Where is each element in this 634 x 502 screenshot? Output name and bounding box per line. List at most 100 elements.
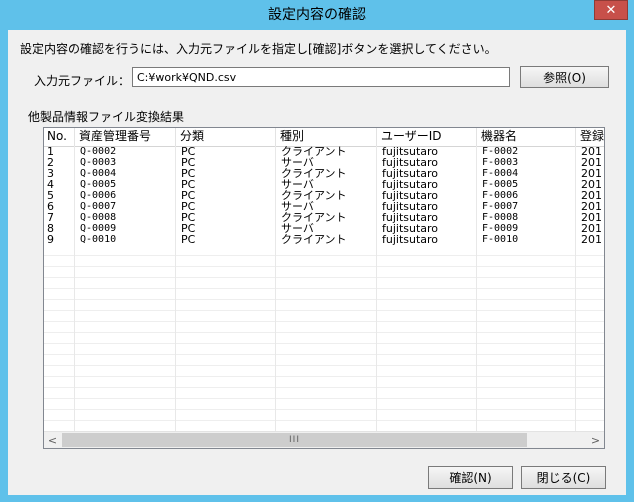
cell-category: PC — [176, 146, 276, 157]
cell-user-id: fujitsutaro — [377, 157, 477, 168]
close-button[interactable]: 閉じる(C) — [521, 466, 606, 489]
cell-category: PC — [176, 201, 276, 212]
cell-device-name: F-0006 — [477, 190, 576, 201]
cell-registered: 201 — [581, 157, 602, 168]
input-file-label: 入力元ファイル： — [34, 74, 131, 88]
empty-row — [44, 300, 604, 311]
cell-type: クライアント — [276, 190, 377, 201]
cell-type: サーバ — [276, 179, 377, 190]
empty-row — [44, 245, 604, 256]
cell-device-name: F-0005 — [477, 179, 576, 190]
scroll-thumb[interactable]: III — [62, 433, 527, 447]
cell-type: クライアント — [276, 146, 377, 157]
input-file-field[interactable] — [132, 67, 510, 87]
title-bar[interactable]: 設定内容の確認 ✕ — [0, 0, 634, 25]
empty-row — [44, 322, 604, 333]
cell-asset-id: Q-0010 — [75, 234, 176, 245]
empty-row — [44, 388, 604, 399]
column-header-type[interactable]: 種別 — [276, 128, 377, 146]
empty-row — [44, 366, 604, 377]
table-row[interactable]: 3 Q-0004 PC クライアント fujitsutaro F-0004 20… — [44, 168, 604, 179]
cell-device-name: F-0004 — [477, 168, 576, 179]
scroll-right-icon[interactable]: > — [587, 432, 604, 448]
empty-row — [44, 278, 604, 289]
cell-type: クライアント — [276, 234, 377, 245]
cell-category: PC — [176, 190, 276, 201]
empty-row — [44, 344, 604, 355]
cell-no: 7 — [44, 212, 75, 223]
cell-type: サーバ — [276, 157, 377, 168]
cell-device-name: F-0008 — [477, 212, 576, 223]
empty-row — [44, 289, 604, 300]
cell-device-name: F-0007 — [477, 201, 576, 212]
cell-category: PC — [176, 234, 276, 245]
grid-header: No. 資産管理番号 分類 種別 ユーザーID 機器名 登録 — [44, 128, 604, 147]
cell-registered: 201 — [581, 146, 602, 157]
cell-device-name: F-0010 — [477, 234, 576, 245]
column-header-device-name[interactable]: 機器名 — [477, 128, 576, 146]
window-title: 設定内容の確認 — [268, 7, 366, 23]
cell-registered: 201 — [581, 212, 602, 223]
browse-button[interactable]: 参照(O) — [520, 66, 609, 88]
cell-category: PC — [176, 179, 276, 190]
cell-registered: 201 — [581, 168, 602, 179]
empty-row — [44, 311, 604, 322]
cell-category: PC — [176, 157, 276, 168]
cell-registered: 201 — [581, 190, 602, 201]
cell-registered: 201 — [581, 234, 602, 245]
cell-asset-id: Q-0006 — [75, 190, 176, 201]
dialog-client-area: 設定内容の確認を行うには、入力元ファイルを指定し[確認]ボタンを選択してください… — [8, 30, 626, 495]
cell-asset-id: Q-0003 — [75, 157, 176, 168]
cell-registered: 201 — [581, 179, 602, 190]
cell-asset-id: Q-0002 — [75, 146, 176, 157]
cell-registered: 201 — [581, 223, 602, 234]
table-row[interactable]: 5 Q-0006 PC クライアント fujitsutaro F-0006 20… — [44, 190, 604, 201]
column-header-category[interactable]: 分類 — [176, 128, 276, 146]
column-header-registered[interactable]: 登録 — [576, 128, 604, 146]
results-grid[interactable]: No. 資産管理番号 分類 種別 ユーザーID 機器名 登録 1 Q-0002 … — [43, 127, 605, 449]
cell-no: 6 — [44, 201, 75, 212]
cell-no: 1 — [44, 146, 75, 157]
results-label: 他製品情報ファイル変換結果 — [28, 110, 185, 124]
cell-asset-id: Q-0004 — [75, 168, 176, 179]
empty-row — [44, 256, 604, 267]
cell-user-id: fujitsutaro — [377, 212, 477, 223]
confirm-button[interactable]: 確認(N) — [428, 466, 513, 489]
table-row[interactable]: 7 Q-0008 PC クライアント fujitsutaro F-0008 20… — [44, 212, 604, 223]
cell-asset-id: Q-0009 — [75, 223, 176, 234]
cell-device-name: F-0002 — [477, 146, 576, 157]
cell-no: 9 — [44, 234, 75, 245]
cell-user-id: fujitsutaro — [377, 190, 477, 201]
window-close-button[interactable]: ✕ — [594, 0, 628, 20]
table-row[interactable]: 6 Q-0007 PC サーバ fujitsutaro F-0007 201 — [44, 201, 604, 212]
cell-category: PC — [176, 168, 276, 179]
column-header-asset-id[interactable]: 資産管理番号 — [75, 128, 176, 146]
cell-user-id: fujitsutaro — [377, 179, 477, 190]
cell-user-id: fujitsutaro — [377, 201, 477, 212]
table-row[interactable]: 4 Q-0005 PC サーバ fujitsutaro F-0005 201 — [44, 179, 604, 190]
table-row[interactable]: 9 Q-0010 PC クライアント fujitsutaro F-0010 20… — [44, 234, 604, 245]
column-header-no[interactable]: No. — [44, 128, 75, 146]
empty-row — [44, 377, 604, 388]
cell-category: PC — [176, 223, 276, 234]
cell-device-name: F-0009 — [477, 223, 576, 234]
grid-rows: 1 Q-0002 PC クライアント fujitsutaro F-0002 20… — [44, 146, 604, 432]
table-row[interactable]: 2 Q-0003 PC サーバ fujitsutaro F-0003 201 — [44, 157, 604, 168]
instruction-text: 設定内容の確認を行うには、入力元ファイルを指定し[確認]ボタンを選択してください… — [20, 42, 497, 56]
column-header-user-id[interactable]: ユーザーID — [377, 128, 477, 146]
cell-no: 8 — [44, 223, 75, 234]
cell-type: サーバ — [276, 223, 377, 234]
empty-row — [44, 355, 604, 366]
table-row[interactable]: 1 Q-0002 PC クライアント fujitsutaro F-0002 20… — [44, 146, 604, 157]
cell-user-id: fujitsutaro — [377, 234, 477, 245]
cell-no: 4 — [44, 179, 75, 190]
empty-row — [44, 267, 604, 278]
scroll-left-icon[interactable]: < — [44, 432, 61, 448]
cell-asset-id: Q-0008 — [75, 212, 176, 223]
cell-category: PC — [176, 212, 276, 223]
cell-type: サーバ — [276, 201, 377, 212]
cell-user-id: fujitsutaro — [377, 168, 477, 179]
horizontal-scrollbar[interactable]: < III > — [44, 431, 604, 448]
cell-asset-id: Q-0007 — [75, 201, 176, 212]
table-row[interactable]: 8 Q-0009 PC サーバ fujitsutaro F-0009 201 — [44, 223, 604, 234]
